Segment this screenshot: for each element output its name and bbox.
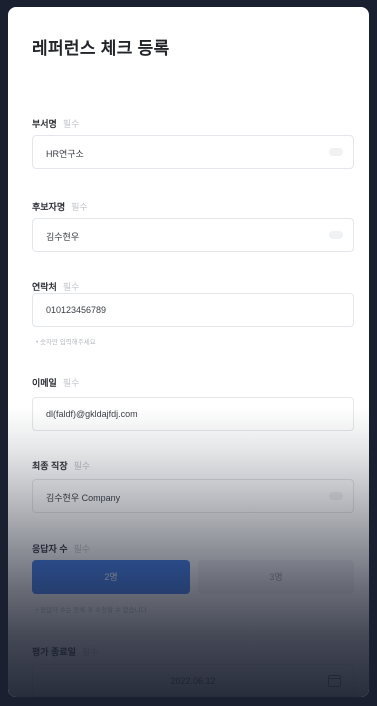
- modal-content: 레퍼런스 체크 등록 부서명 필수 HR연구소 후보자명 필수 김수현우 연락처 필수: [8, 7, 369, 697]
- end-date-label: 평가 종료일 필수: [32, 645, 98, 658]
- required-tag: 필수: [73, 544, 91, 554]
- calendar-icon[interactable]: [328, 675, 341, 687]
- screen-backdrop: 레퍼런스 체크 등록 부서명 필수 HR연구소 후보자명 필수 김수현우 연락처 필수: [0, 0, 377, 706]
- required-tag: 필수: [73, 461, 91, 471]
- phone-label: 연락처 필수: [32, 280, 79, 293]
- respondents-label-text: 응답자 수: [32, 544, 68, 554]
- end-date-field[interactable]: 2022.06.12: [32, 664, 354, 697]
- email-value: dl(faldf)@gkldajfdj.com: [46, 409, 138, 419]
- clear-icon[interactable]: [329, 231, 343, 239]
- email-label: 이메일 필수: [32, 376, 79, 389]
- last-job-value: 김수현우 Company: [46, 493, 121, 503]
- respondents-option-3[interactable]: 3명: [198, 560, 354, 594]
- respondents-hint: • 응답자 수는 등록 후 수정할 수 없습니다: [36, 607, 147, 614]
- respondents-label: 응답자 수 필수: [32, 542, 90, 555]
- required-tag: 필수: [62, 282, 80, 292]
- department-label-text: 부서명: [32, 119, 57, 129]
- end-date-value: 2022.06.12: [170, 676, 216, 686]
- reference-check-modal: 레퍼런스 체크 등록 부서명 필수 HR연구소 후보자명 필수 김수현우 연락처 필수: [8, 7, 369, 697]
- end-date-label-text: 평가 종료일: [32, 647, 76, 657]
- email-label-text: 이메일: [32, 378, 57, 388]
- department-field[interactable]: HR연구소: [32, 135, 354, 169]
- required-tag: 필수: [62, 378, 80, 388]
- email-field[interactable]: dl(faldf)@gkldajfdj.com: [32, 397, 354, 431]
- required-tag: 필수: [62, 119, 80, 129]
- department-value: HR연구소: [46, 149, 84, 159]
- phone-hint: • 숫자만 입력해주세요: [36, 339, 96, 346]
- phone-value: 010123456789: [46, 305, 107, 315]
- candidate-field[interactable]: 김수현우: [32, 218, 354, 252]
- required-tag: 필수: [81, 647, 99, 657]
- phone-label-text: 연락처: [32, 282, 57, 292]
- respondents-option-2[interactable]: 2명: [32, 560, 190, 594]
- clear-icon[interactable]: [329, 492, 343, 500]
- last-job-label: 최종 직장 필수: [32, 459, 90, 472]
- phone-field[interactable]: 010123456789: [32, 293, 354, 327]
- candidate-label: 후보자명 필수: [32, 200, 88, 213]
- clear-icon[interactable]: [329, 148, 343, 156]
- candidate-label-text: 후보자명: [32, 202, 66, 212]
- candidate-value: 김수현우: [46, 232, 80, 242]
- last-job-field[interactable]: 김수현우 Company: [32, 479, 354, 513]
- modal-title: 레퍼런스 체크 등록: [32, 39, 170, 58]
- required-tag: 필수: [71, 202, 88, 212]
- department-label: 부서명 필수: [32, 117, 79, 130]
- last-job-label-text: 최종 직장: [32, 461, 68, 471]
